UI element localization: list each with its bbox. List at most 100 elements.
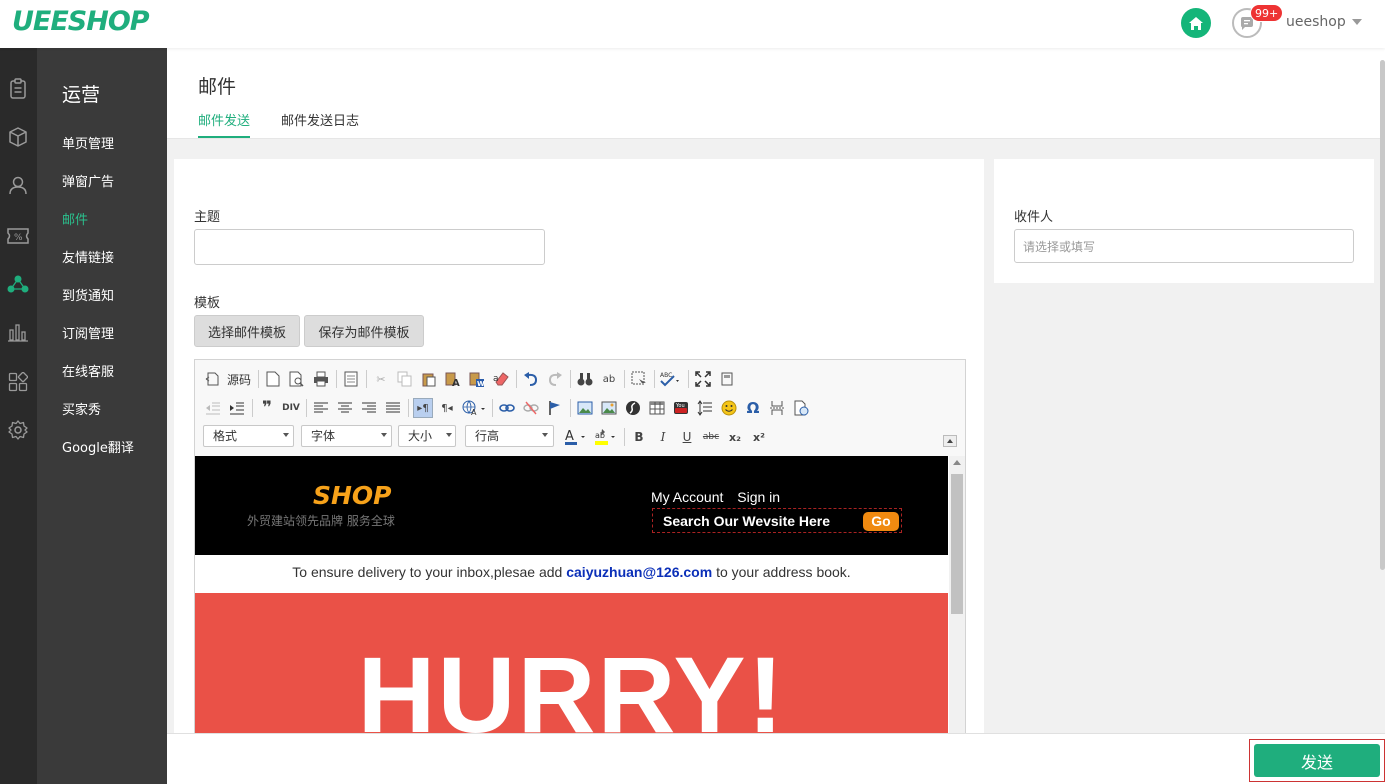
editor-content[interactable]: SHOP 外贸建站领先品牌 服务全球 My Account Sign in Se… (195, 456, 965, 738)
toolbar-separator (688, 370, 690, 388)
flash-icon[interactable] (623, 398, 643, 418)
chevron-down-icon[interactable] (1352, 19, 1362, 25)
sidebar-item-single-page[interactable]: 单页管理 (62, 133, 114, 152)
home-button[interactable] (1181, 8, 1211, 38)
show-blocks-icon[interactable] (717, 369, 737, 389)
text-direction-rtl-icon[interactable]: ¶◂ (437, 398, 457, 418)
bg-color-icon[interactable]: ab (593, 427, 619, 447)
gear-icon[interactable] (6, 418, 30, 442)
spellcheck-icon[interactable]: ABC (659, 369, 683, 389)
select-all-icon[interactable] (629, 369, 649, 389)
language-icon[interactable]: A (461, 398, 487, 418)
table-icon[interactable] (647, 398, 667, 418)
align-justify-icon[interactable] (383, 398, 403, 418)
link-icon[interactable] (497, 398, 517, 418)
sidebar-item-live-chat[interactable]: 在线客服 (62, 361, 114, 380)
scroll-up-icon[interactable] (953, 460, 961, 465)
align-right-icon[interactable] (359, 398, 379, 418)
new-page-icon[interactable] (263, 369, 283, 389)
username-label[interactable]: ueeshop (1286, 14, 1346, 30)
special-char-icon[interactable]: Ω (743, 398, 763, 418)
indent-icon[interactable] (227, 398, 247, 418)
text-direction-ltr-icon[interactable]: ▸¶ (413, 398, 433, 418)
scrollbar-thumb[interactable] (951, 474, 963, 614)
tab-mail-log[interactable]: 邮件发送日志 (281, 110, 359, 136)
unlink-icon[interactable] (521, 398, 541, 418)
sidebar-item-friend-links[interactable]: 友情链接 (62, 247, 114, 266)
sidebar-item-popup-ads[interactable]: 弹窗广告 (62, 171, 114, 190)
sidebar-item-arrival-notice[interactable]: 到货通知 (62, 285, 114, 304)
email-search-box[interactable]: Search Our Wevsite Here Go (652, 508, 902, 533)
line-height-select[interactable]: 行高 (465, 425, 554, 447)
sidebar-item-subscriptions[interactable]: 订阅管理 (62, 323, 114, 342)
iframe-icon[interactable] (791, 398, 811, 418)
bold-button[interactable]: B (629, 427, 649, 447)
chevron-down-icon (381, 433, 387, 437)
source-icon[interactable] (203, 369, 223, 389)
image-icon[interactable] (575, 398, 595, 418)
share-icon[interactable] (6, 272, 30, 296)
image-upload-icon[interactable] (599, 398, 619, 418)
sidebar-item-google-translate[interactable]: Google翻译 (62, 437, 134, 456)
template-icon[interactable] (341, 369, 361, 389)
div-container-icon[interactable]: DIV (281, 398, 301, 418)
sidebar-title: 运营 (62, 84, 101, 106)
page-break-icon[interactable] (767, 398, 787, 418)
sidebar-item-mail[interactable]: 邮件 (62, 209, 88, 228)
outdent-icon[interactable] (203, 398, 223, 418)
anchor-icon[interactable] (545, 398, 565, 418)
copy-icon[interactable] (395, 369, 415, 389)
underline-button[interactable]: U (677, 427, 697, 447)
undo-icon[interactable] (521, 369, 541, 389)
sidebar-item-buyer-show[interactable]: 买家秀 (62, 399, 101, 418)
subscript-button[interactable]: x₂ (725, 427, 745, 447)
collapse-toolbar-button[interactable] (943, 435, 957, 447)
eraser-icon[interactable]: a (491, 369, 511, 389)
align-center-icon[interactable] (335, 398, 355, 418)
svg-text:A: A (471, 408, 477, 416)
clipboard-icon[interactable] (6, 77, 30, 101)
send-button[interactable]: 发送 (1254, 744, 1380, 777)
format-select[interactable]: 格式 (203, 425, 294, 447)
paste-icon[interactable] (419, 369, 439, 389)
toolbar-separator (252, 399, 253, 417)
italic-button[interactable]: I (653, 427, 673, 447)
editor-scrollbar[interactable] (949, 456, 965, 738)
ueeshop-logo[interactable]: UEESHOP (12, 6, 150, 37)
box-icon[interactable] (6, 125, 30, 149)
strike-button[interactable]: abc (701, 427, 721, 447)
cut-icon[interactable]: ✂ (371, 369, 391, 389)
emoji-icon[interactable] (719, 398, 739, 418)
maximize-icon[interactable] (693, 369, 713, 389)
youtube-icon[interactable]: You (671, 398, 691, 418)
font-select[interactable]: 字体 (301, 425, 392, 447)
recipient-input[interactable]: 请选择或填写 (1014, 229, 1354, 263)
go-button[interactable]: Go (863, 512, 899, 531)
sign-in-link[interactable]: Sign in (737, 489, 780, 505)
page-scrollbar[interactable] (1380, 60, 1385, 570)
toolbar-separator (336, 370, 338, 388)
paste-text-icon[interactable]: A (443, 369, 463, 389)
apps-icon[interactable] (6, 370, 30, 394)
line-height-icon[interactable] (695, 398, 715, 418)
toolbar-separator (408, 399, 409, 417)
chart-icon[interactable] (6, 320, 30, 344)
paste-word-icon[interactable]: W (467, 369, 487, 389)
choose-template-button[interactable]: 选择邮件模板 (194, 315, 300, 347)
superscript-button[interactable]: x² (749, 427, 769, 447)
coupon-icon[interactable]: % (6, 224, 30, 248)
blockquote-icon[interactable]: ❞ (257, 398, 277, 418)
redo-icon[interactable] (545, 369, 565, 389)
align-left-icon[interactable] (311, 398, 331, 418)
subject-input[interactable] (194, 229, 545, 265)
my-account-link[interactable]: My Account (651, 489, 723, 505)
text-color-icon[interactable]: A (563, 427, 589, 447)
user-icon[interactable] (6, 173, 30, 197)
find-icon[interactable] (575, 369, 595, 389)
source-label[interactable]: 源码 (227, 371, 251, 388)
print-icon[interactable] (311, 369, 331, 389)
preview-icon[interactable] (287, 369, 307, 389)
tab-mail-send[interactable]: 邮件发送 (198, 110, 251, 138)
save-template-button[interactable]: 保存为邮件模板 (304, 315, 424, 347)
replace-icon[interactable]: ab (599, 369, 619, 389)
